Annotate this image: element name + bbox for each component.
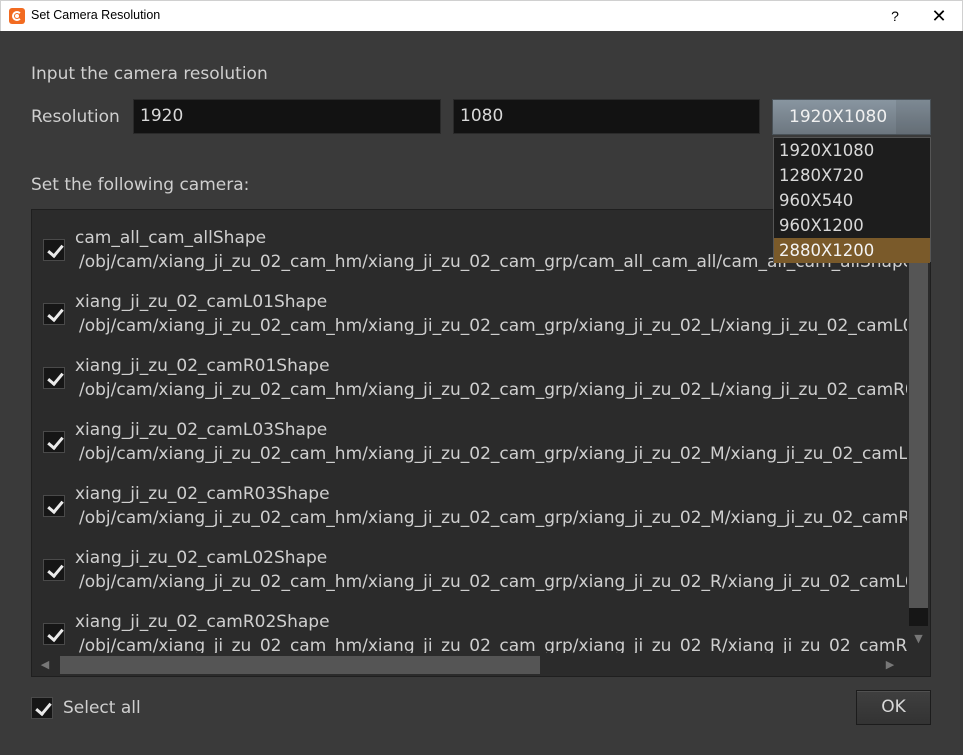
vertical-scroll-thumb[interactable] [909,262,928,608]
horizontal-scroll-thumb[interactable] [60,656,540,674]
preset-option[interactable]: 1280X720 [774,163,930,188]
camera-path: /obj/cam/xiang_ji_zu_02_cam_hm/xiang_ji_… [79,316,907,336]
camera-list-viewport: cam_all_cam_allShape /obj/cam/xiang_ji_z… [32,210,907,653]
camera-path: /obj/cam/xiang_ji_zu_02_cam_hm/xiang_ji_… [79,572,907,592]
camera-name: xiang_ji_zu_02_camL01Shape [75,292,328,312]
resolution-heading: Input the camera resolution [31,64,268,84]
camera-name: xiang_ji_zu_02_camL02Shape [75,548,328,568]
vertical-scroll-track[interactable] [909,608,928,626]
select-all-checkbox[interactable] [31,697,53,719]
list-item[interactable]: xiang_ji_zu_02_camL02Shape /obj/cam/xian… [32,544,907,608]
list-item[interactable]: xiang_ji_zu_02_camR03Shape /obj/cam/xian… [32,480,907,544]
horizontal-scrollbar[interactable]: ◀ ▶ [32,653,907,676]
camera-list: cam_all_cam_allShape /obj/cam/xiang_ji_z… [31,209,931,677]
preset-option[interactable]: 960X540 [774,188,930,213]
ok-button[interactable]: OK [856,690,931,725]
camera-checkbox[interactable] [43,431,65,453]
height-input[interactable]: 1080 [453,99,760,134]
width-input[interactable]: 1920 [133,99,441,134]
scroll-left-arrow-icon[interactable]: ◀ [36,654,54,676]
help-button[interactable]: ? [885,5,905,27]
close-button[interactable]: ✕ [926,5,952,27]
camera-name: xiang_ji_zu_02_camL03Shape [75,420,328,440]
preset-dropdown-list: 1920X1080 1280X720 960X540 960X1200 2880… [773,137,931,263]
camera-name: xiang_ji_zu_02_camR01Shape [75,356,330,376]
camera-name: xiang_ji_zu_02_camR03Shape [75,484,330,504]
preset-selected-value: 1920X1080 [789,107,888,127]
list-item[interactable]: xiang_ji_zu_02_camL03Shape /obj/cam/xian… [32,416,907,480]
preset-option[interactable]: 960X1200 [774,213,930,238]
resolution-label: Resolution [31,107,120,127]
camera-path: /obj/cam/xiang_ji_zu_02_cam_hm/xiang_ji_… [79,636,907,653]
window-title: Set Camera Resolution [31,8,161,22]
camera-checkbox[interactable] [43,303,65,325]
camera-checkbox[interactable] [43,367,65,389]
camera-name: cam_all_cam_allShape [75,228,267,248]
scroll-down-arrow-icon[interactable]: ▼ [909,628,928,650]
houdini-app-icon [9,8,25,24]
camera-path: /obj/cam/xiang_ji_zu_02_cam_hm/xiang_ji_… [79,444,907,464]
select-all-label[interactable]: Select all [63,698,141,718]
camera-checkbox[interactable] [43,239,65,261]
list-item[interactable]: xiang_ji_zu_02_camR02Shape /obj/cam/xian… [32,608,907,653]
camera-path: /obj/cam/xiang_ji_zu_02_cam_hm/xiang_ji_… [79,380,907,400]
camera-checkbox[interactable] [43,495,65,517]
list-item[interactable]: xiang_ji_zu_02_camR01Shape /obj/cam/xian… [32,352,907,416]
camera-heading: Set the following camera: [31,175,250,195]
camera-name: xiang_ji_zu_02_camR02Shape [75,612,330,632]
scrollbar-corner [907,653,930,676]
scroll-right-arrow-icon[interactable]: ▶ [881,654,899,676]
list-item[interactable]: xiang_ji_zu_02_camL01Shape /obj/cam/xian… [32,288,907,352]
camera-path: /obj/cam/xiang_ji_zu_02_cam_hm/xiang_ji_… [79,508,907,528]
title-bar: Set Camera Resolution ? ✕ [0,0,963,31]
preset-option-highlighted[interactable]: 2880X1200 [774,238,930,263]
camera-checkbox[interactable] [43,559,65,581]
preset-option[interactable]: 1920X1080 [774,138,930,163]
vertical-scrollbar[interactable]: ▼ [907,210,930,653]
camera-checkbox[interactable] [43,623,65,645]
resolution-preset-combo[interactable]: 1920X1080 [772,99,931,135]
combo-arrow[interactable] [896,100,930,134]
